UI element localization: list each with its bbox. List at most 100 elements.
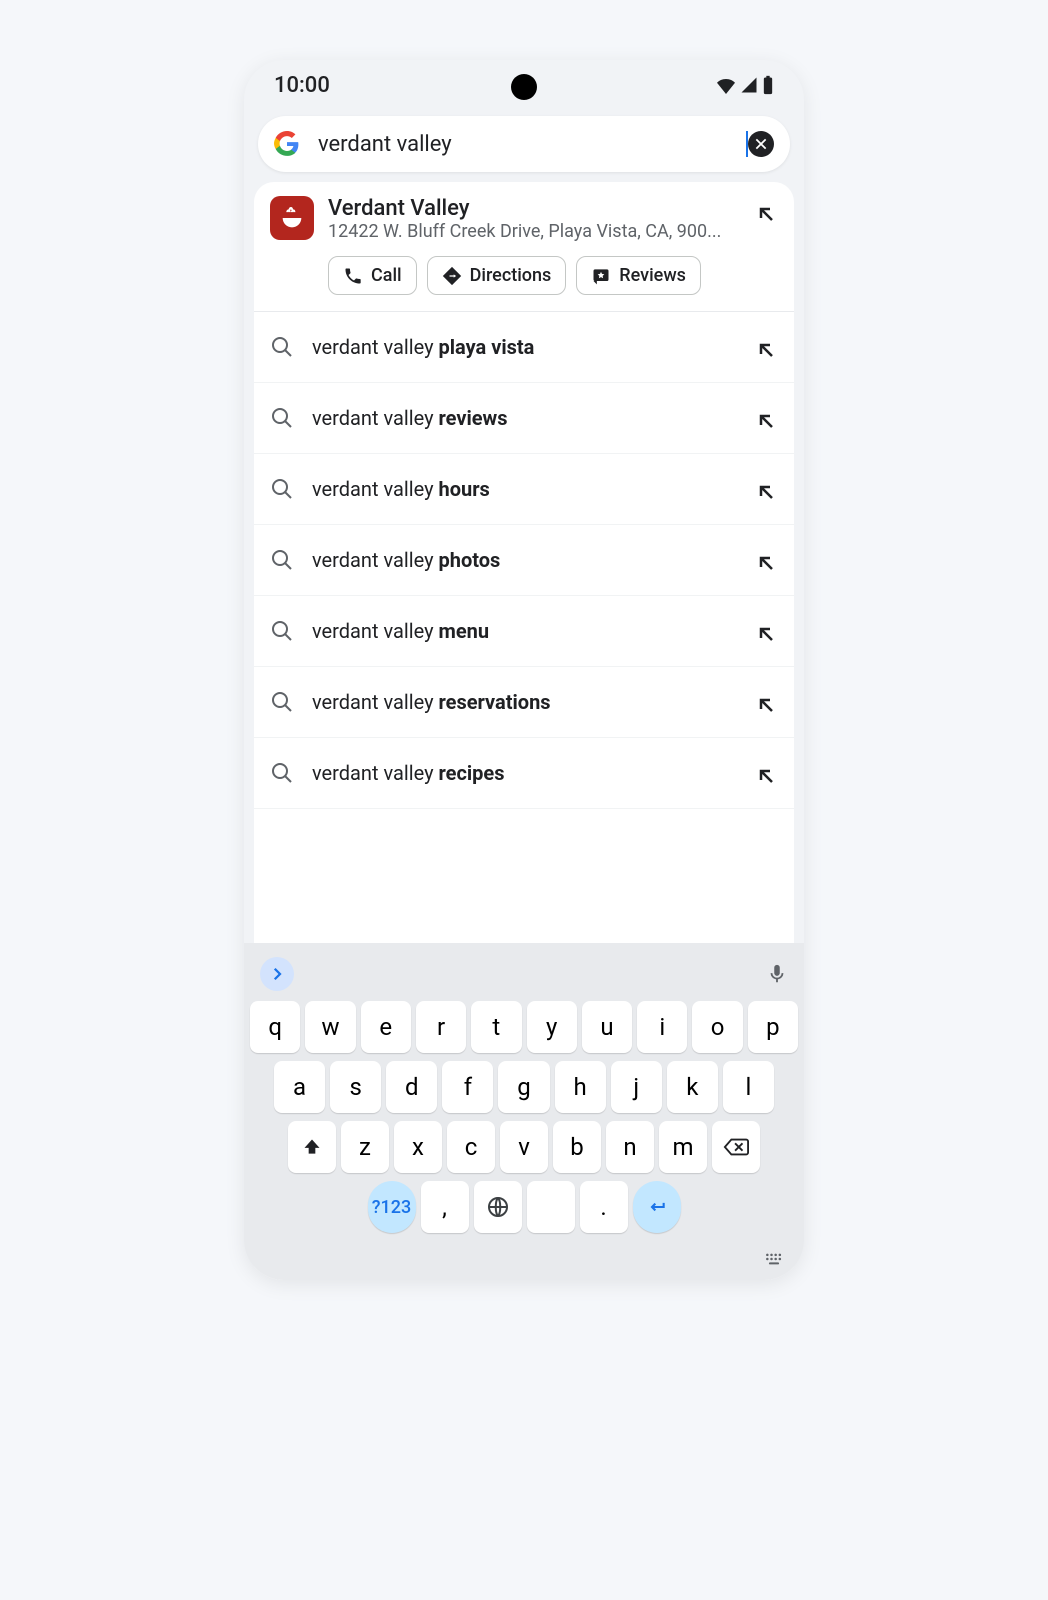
key-b[interactable]: b (553, 1121, 601, 1173)
key-j[interactable]: j (611, 1061, 662, 1113)
suggestion-text: verdant valley reservations (312, 690, 746, 714)
key-e[interactable]: e (361, 1001, 411, 1053)
status-time: 10:00 (274, 73, 330, 98)
clear-search-button[interactable] (748, 131, 774, 157)
key-f[interactable]: f (442, 1061, 493, 1113)
shift-key[interactable] (288, 1121, 336, 1173)
insert-arrow-icon[interactable] (754, 551, 778, 575)
status-icons (716, 75, 774, 95)
key-s[interactable]: s (330, 1061, 381, 1113)
key-a[interactable]: a (274, 1061, 325, 1113)
key-i[interactable]: i (637, 1001, 687, 1053)
mic-icon[interactable] (766, 963, 788, 985)
enter-key[interactable] (633, 1181, 681, 1233)
key-c[interactable]: c (447, 1121, 495, 1173)
suggestion-text: verdant valley reviews (312, 406, 746, 430)
suggestion-text: verdant valley menu (312, 619, 746, 643)
key-d[interactable]: d (386, 1061, 437, 1113)
suggestion-row[interactable]: verdant valley photos (254, 525, 794, 596)
battery-icon (762, 75, 774, 95)
directions-icon (442, 266, 462, 286)
insert-arrow-icon[interactable] (754, 622, 778, 646)
close-icon (754, 137, 768, 151)
insert-arrow-icon[interactable] (754, 409, 778, 433)
keyboard: qwertyuiop asdfghjkl zxcvbnm ?123 , . (244, 943, 804, 1280)
key-q[interactable]: q (250, 1001, 300, 1053)
key-k[interactable]: k (667, 1061, 718, 1113)
suggestion-row[interactable]: verdant valley menu (254, 596, 794, 667)
search-input[interactable]: verdant valley (318, 132, 746, 157)
place-address: 12422 W. Bluff Creek Drive, Playa Vista,… (328, 221, 746, 242)
suggestion-text: verdant valley recipes (312, 761, 746, 785)
key-n[interactable]: n (606, 1121, 654, 1173)
search-icon (270, 477, 294, 501)
enter-icon (644, 1197, 670, 1217)
globe-icon (486, 1195, 510, 1219)
insert-arrow-icon[interactable] (754, 480, 778, 504)
suggestion-text: verdant valley photos (312, 548, 746, 572)
key-o[interactable]: o (692, 1001, 742, 1053)
reviews-icon (591, 266, 611, 286)
key-g[interactable]: g (498, 1061, 549, 1113)
backspace-icon (723, 1137, 749, 1157)
key-y[interactable]: y (527, 1001, 577, 1053)
search-icon (270, 761, 294, 785)
space-key[interactable] (527, 1181, 575, 1233)
numeric-key[interactable]: ?123 (368, 1181, 416, 1233)
insert-arrow-icon[interactable] (754, 202, 778, 226)
place-name: Verdant Valley (328, 196, 746, 221)
call-chip[interactable]: Call (328, 256, 417, 295)
camera-cutout (511, 74, 537, 100)
directions-label: Directions (470, 265, 552, 286)
insert-arrow-icon[interactable] (754, 764, 778, 788)
action-chips: Call Directions Reviews (328, 256, 778, 295)
key-w[interactable]: w (305, 1001, 355, 1053)
phone-frame: 10:00 verdant valley Ver (244, 60, 804, 1280)
shift-icon (302, 1137, 322, 1157)
search-input-wrap[interactable]: verdant valley (318, 131, 748, 157)
search-icon (270, 406, 294, 430)
wifi-icon (716, 76, 736, 94)
phone-icon (343, 266, 363, 286)
call-label: Call (371, 265, 402, 286)
search-icon (270, 548, 294, 572)
reviews-label: Reviews (619, 265, 686, 286)
suggestion-row[interactable]: verdant valley reviews (254, 383, 794, 454)
key-p[interactable]: p (748, 1001, 798, 1053)
search-bar[interactable]: verdant valley (258, 116, 790, 172)
keyboard-expand-button[interactable] (260, 957, 294, 991)
insert-arrow-icon[interactable] (754, 693, 778, 717)
key-v[interactable]: v (500, 1121, 548, 1173)
key-m[interactable]: m (659, 1121, 707, 1173)
restaurant-icon (270, 196, 314, 240)
period-key[interactable]: . (580, 1181, 628, 1233)
keyboard-dock-icon (764, 1252, 784, 1266)
key-u[interactable]: u (582, 1001, 632, 1053)
key-r[interactable]: r (416, 1001, 466, 1053)
top-result[interactable]: Verdant Valley 12422 W. Bluff Creek Driv… (254, 182, 794, 312)
key-l[interactable]: l (723, 1061, 774, 1113)
key-h[interactable]: h (555, 1061, 606, 1113)
comma-key[interactable]: , (421, 1181, 469, 1233)
suggestion-row[interactable]: verdant valley playa vista (254, 312, 794, 383)
directions-chip[interactable]: Directions (427, 256, 567, 295)
google-logo-icon (274, 131, 300, 157)
key-z[interactable]: z (341, 1121, 389, 1173)
backspace-key[interactable] (712, 1121, 760, 1173)
reviews-chip[interactable]: Reviews (576, 256, 701, 295)
suggestion-text: verdant valley playa vista (312, 335, 746, 359)
suggestion-row[interactable]: verdant valley reservations (254, 667, 794, 738)
insert-arrow-icon[interactable] (754, 338, 778, 362)
search-icon (270, 619, 294, 643)
suggestion-row[interactable]: verdant valley recipes (254, 738, 794, 809)
signal-icon (740, 76, 758, 94)
suggestion-text: verdant valley hours (312, 477, 746, 501)
chevron-right-icon (268, 965, 286, 983)
suggestion-row[interactable]: verdant valley hours (254, 454, 794, 525)
keyboard-handle[interactable] (250, 1241, 798, 1270)
search-icon (270, 690, 294, 714)
key-x[interactable]: x (394, 1121, 442, 1173)
globe-key[interactable] (474, 1181, 522, 1233)
search-icon (270, 335, 294, 359)
key-t[interactable]: t (471, 1001, 521, 1053)
